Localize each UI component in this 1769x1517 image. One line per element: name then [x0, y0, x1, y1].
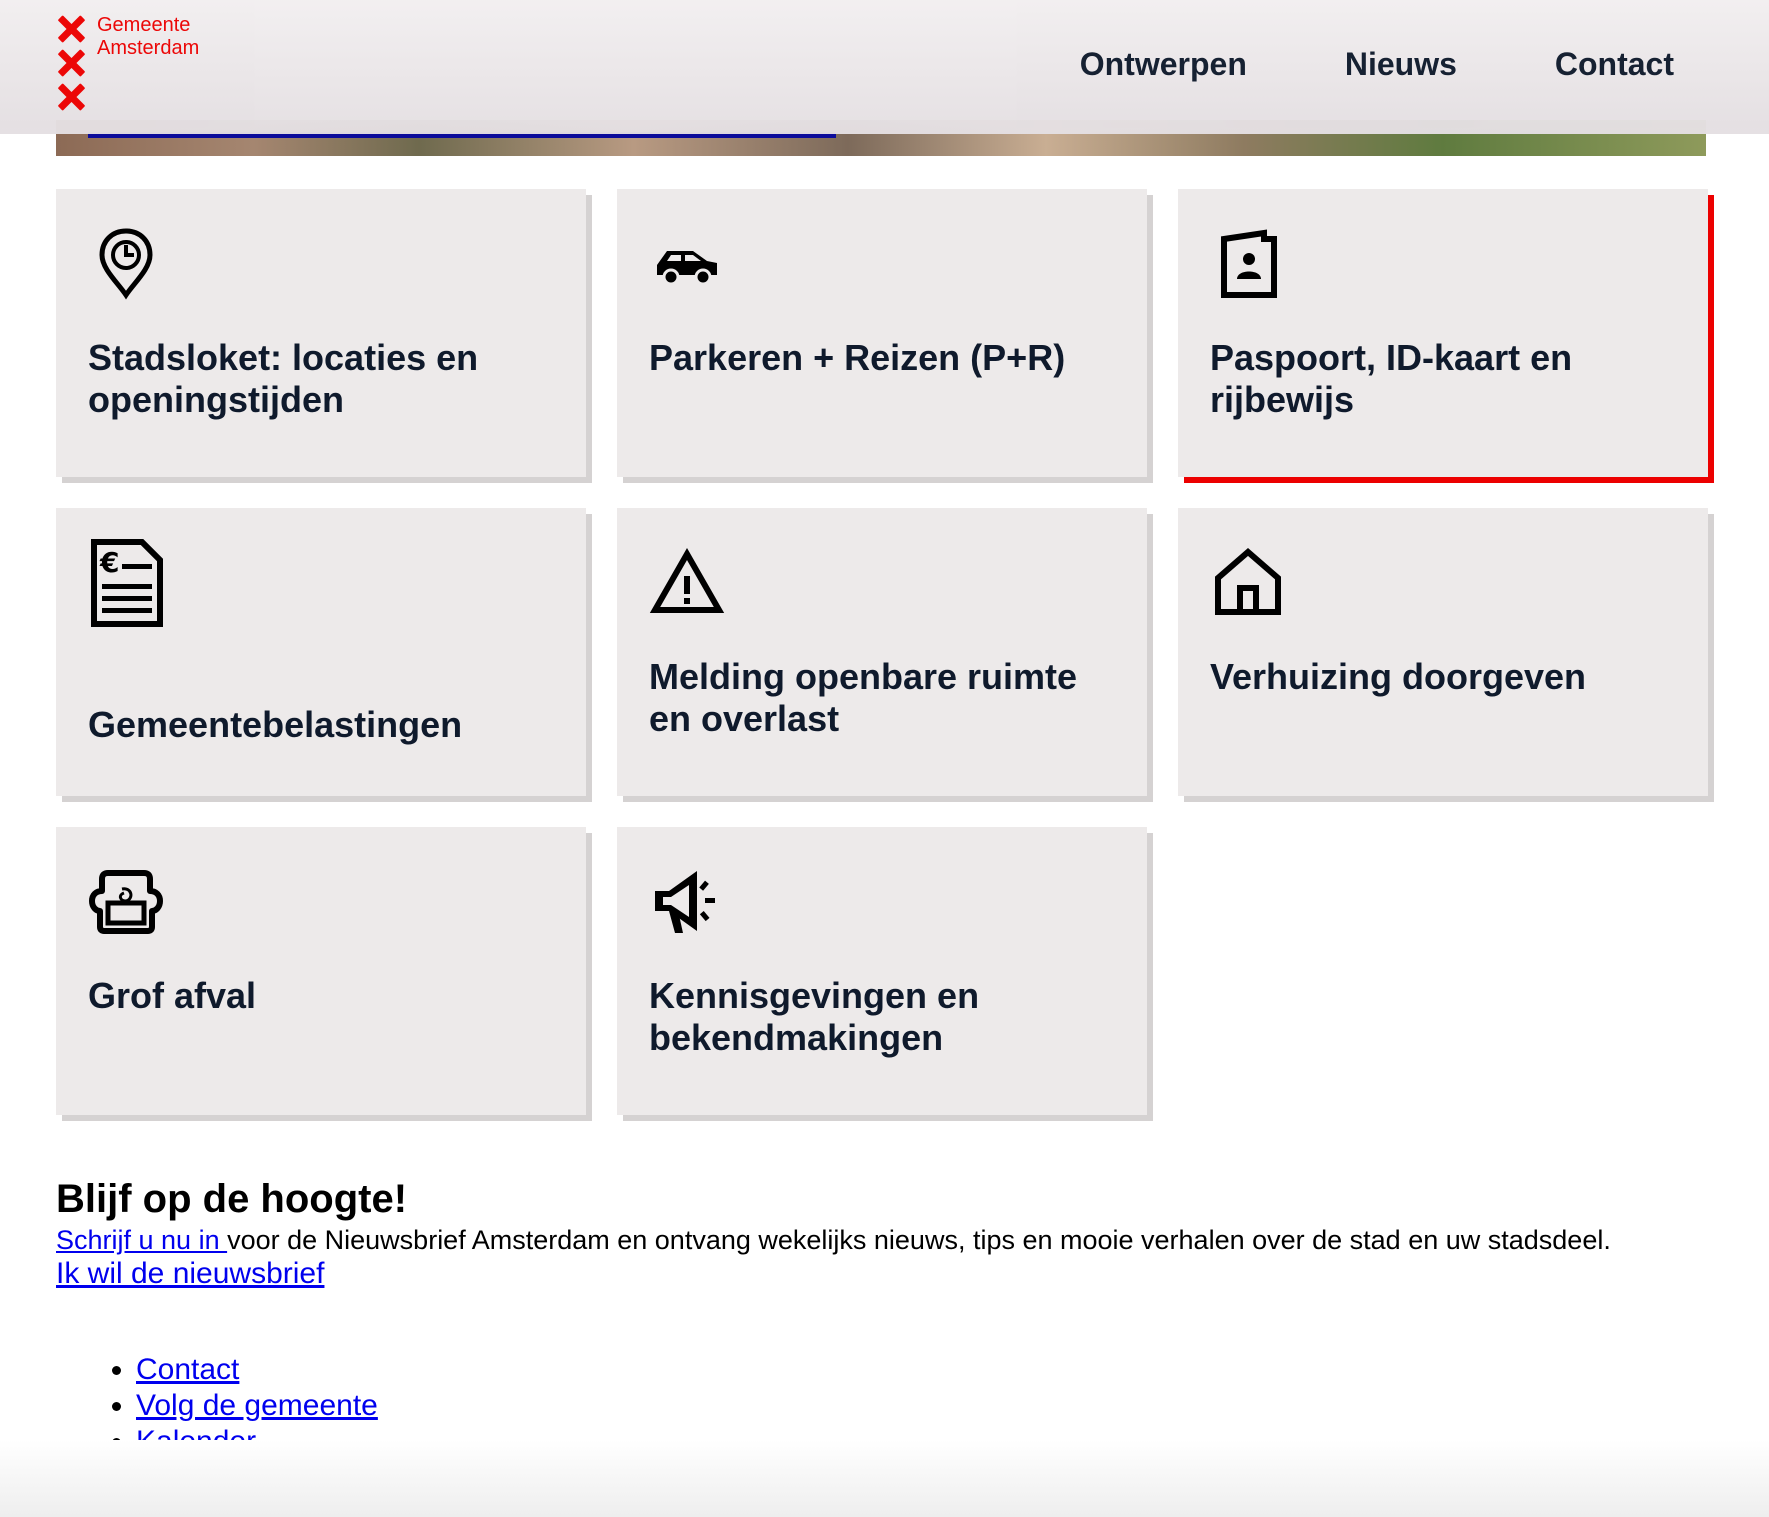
- footer-link-contact[interactable]: Contact: [136, 1353, 239, 1386]
- newsletter-heading: Blijf op de hoogte!: [56, 1177, 408, 1221]
- site-header: Gemeente Amsterdam Ontwerpen Nieuws Cont…: [0, 0, 1769, 134]
- location-clock-icon: [88, 225, 164, 301]
- tile-stadsloket[interactable]: Stadsloket: locaties en openingstijden: [56, 189, 586, 477]
- tax-document-icon: €: [88, 538, 164, 628]
- logo-line-1: Gemeente: [97, 14, 191, 36]
- nav-ontwerpen[interactable]: Ontwerpen: [1080, 46, 1247, 83]
- warning-icon: [649, 544, 725, 620]
- tile-parkeren[interactable]: Parkeren + Reizen (P+R): [617, 189, 1147, 477]
- tile-label: Paspoort, ID-kaart en rijbewijs: [1210, 337, 1573, 420]
- tile-label: Stadsloket: locaties en openingstijden: [88, 337, 479, 420]
- logo-text: Gemeente Amsterdam: [97, 14, 199, 60]
- newsletter-signup-link[interactable]: Schrijf u nu in: [56, 1225, 227, 1255]
- newsletter-section: Blijf op de hoogte! Schrijf u nu in voor…: [56, 1176, 1696, 1292]
- footer-link-volg[interactable]: Volg de gemeente: [136, 1389, 378, 1422]
- nav-contact[interactable]: Contact: [1555, 46, 1674, 83]
- id-card-icon: [1210, 225, 1286, 301]
- tile-kennisgevingen[interactable]: Kennisgevingen en bekendmakingen: [617, 827, 1147, 1115]
- tile-label: Grof afval: [88, 975, 257, 1016]
- tile-label: Gemeentebelastingen: [88, 704, 463, 745]
- newsletter-text: Schrijf u nu in voor de Nieuwsbrief Amst…: [56, 1224, 1656, 1256]
- car-icon: [649, 225, 725, 301]
- footer-fade: [0, 1440, 1769, 1517]
- footer-link-item: Volg de gemeente: [136, 1388, 378, 1424]
- page: Gemeente Amsterdam Ontwerpen Nieuws Cont…: [0, 0, 1769, 1517]
- megaphone-icon: [649, 863, 725, 939]
- newsletter-body: voor de Nieuwsbrief Amsterdam en ontvang…: [227, 1225, 1611, 1255]
- tile-label: Verhuizing doorgeven: [1210, 656, 1587, 697]
- main-nav: Ontwerpen Nieuws Contact: [1080, 46, 1674, 83]
- tile-label: Melding openbare ruimte en overlast: [649, 656, 1078, 739]
- service-tile-grid: Stadsloket: locaties en openingstijden P…: [56, 189, 1708, 1115]
- house-icon: [1210, 544, 1286, 620]
- svg-text:€: €: [99, 546, 119, 579]
- tile-verhuizing[interactable]: Verhuizing doorgeven: [1178, 508, 1708, 796]
- tile-label: Kennisgevingen en bekendmakingen: [649, 975, 980, 1058]
- logo-line-2: Amsterdam: [97, 37, 200, 59]
- tile-label: Parkeren + Reizen (P+R): [649, 337, 1066, 378]
- tile-melding[interactable]: Melding openbare ruimte en overlast: [617, 508, 1147, 796]
- armchair-icon: [88, 863, 164, 939]
- footer-link-item: Contact: [136, 1352, 378, 1388]
- tile-grof-afval[interactable]: Grof afval: [56, 827, 586, 1115]
- tile-gemeentebelastingen[interactable]: € Gemeentebelastingen: [56, 508, 586, 796]
- tile-paspoort[interactable]: Paspoort, ID-kaart en rijbewijs: [1178, 189, 1708, 477]
- newsletter-cta-link[interactable]: Ik wil de nieuwsbrief: [56, 1256, 324, 1292]
- nav-nieuws[interactable]: Nieuws: [1345, 46, 1457, 83]
